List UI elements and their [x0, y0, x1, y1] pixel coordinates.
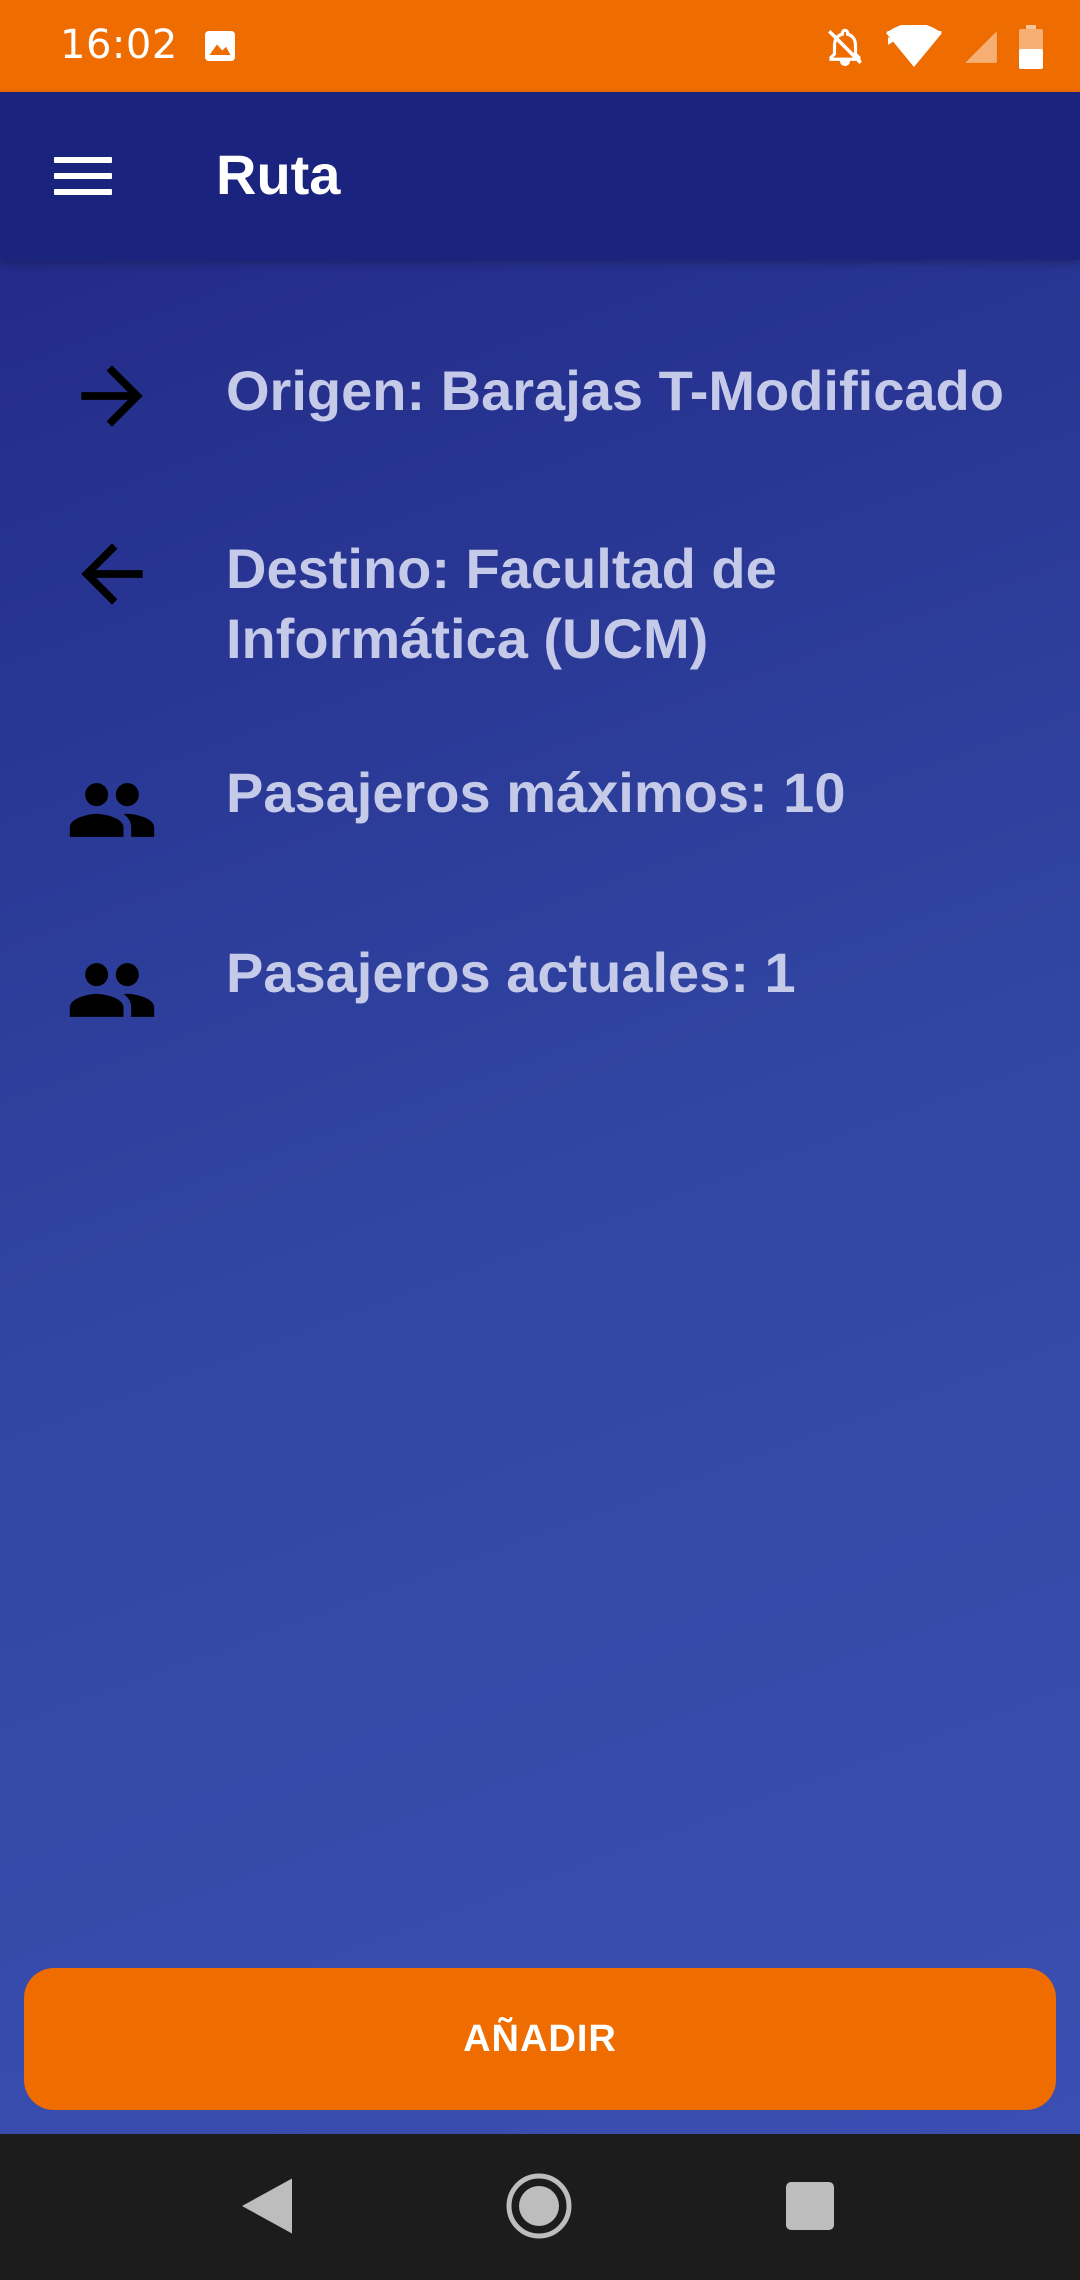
arrow-forward-icon [81, 365, 143, 427]
origin-label: Origen: Barajas T-Modificado [226, 359, 1004, 422]
menu-icon[interactable] [54, 157, 112, 195]
wifi-icon [886, 25, 942, 67]
home-icon[interactable] [505, 2172, 573, 2240]
max-passengers-label: Pasajeros máximos: 10 [226, 761, 846, 824]
signal-icon [965, 31, 997, 63]
route-details: Origen: Barajas T-Modificado Destino: Fa… [0, 260, 1080, 2134]
recent-apps-icon[interactable] [786, 2182, 834, 2230]
add-button[interactable]: AÑADIR [24, 1968, 1056, 2110]
destination-label: Destino: Facultad de Informática (UCM) [226, 537, 777, 670]
arrow-back-icon [81, 543, 143, 605]
status-time: 16:02 [60, 22, 178, 68]
bell-off-icon [828, 28, 862, 67]
system-nav-bar [0, 2134, 1080, 2280]
back-icon[interactable] [242, 2178, 292, 2234]
current-passengers-label: Pasajeros actuales: 1 [226, 941, 796, 1004]
gallery-icon [205, 31, 235, 61]
people-icon [69, 783, 155, 837]
status-icons [824, 22, 1044, 72]
battery-icon [1019, 25, 1043, 69]
people-icon [69, 963, 155, 1017]
page-title: Ruta [216, 143, 341, 206]
app-bar: Ruta [0, 92, 1080, 260]
status-bar: 16:02 [0, 0, 1080, 92]
